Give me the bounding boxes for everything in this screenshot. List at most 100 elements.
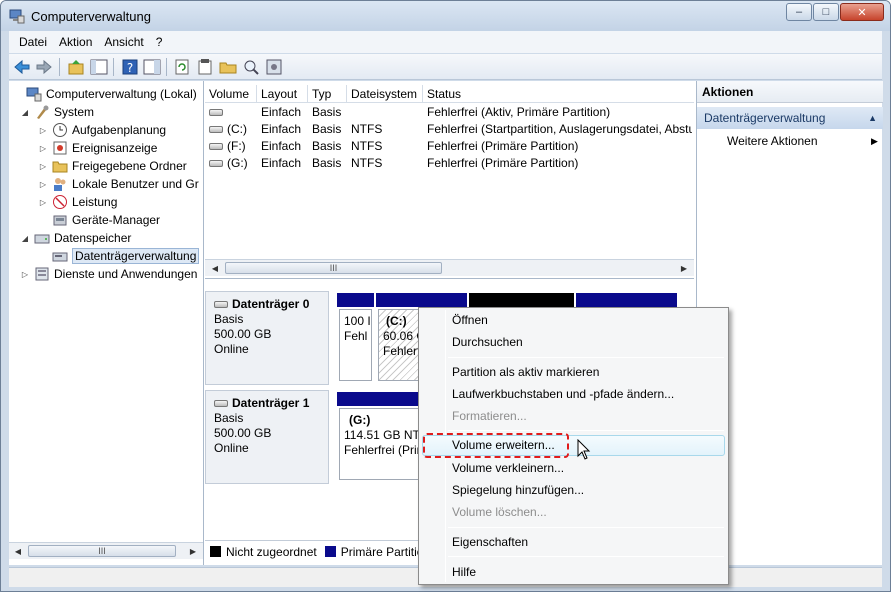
device-manager-icon bbox=[53, 215, 67, 226]
window-title: Computerverwaltung bbox=[31, 9, 151, 24]
expand-arrow-icon[interactable]: ▷ bbox=[38, 144, 48, 153]
menu-item-volume-loeschen: Volume löschen... bbox=[452, 505, 547, 519]
services-icon bbox=[35, 267, 49, 281]
tree-item-dienste[interactable]: ▷ Dienste und Anwendungen bbox=[20, 265, 198, 283]
menu-item-formatieren: Formatieren... bbox=[452, 409, 527, 423]
table-row[interactable]: (C:) Einfach Basis NTFS Fehlerfrei (Star… bbox=[205, 121, 694, 138]
expand-arrow-icon[interactable]: ▷ bbox=[38, 162, 48, 171]
menu-aktion[interactable]: Aktion bbox=[53, 35, 98, 49]
volume-list-header: Volume Layout Typ Dateisystem Status bbox=[205, 85, 694, 103]
toolbar: ? bbox=[9, 54, 882, 80]
volume-list-horizontal-scrollbar[interactable]: ◀ III ▶ bbox=[205, 259, 694, 276]
scroll-thumb[interactable]: III bbox=[225, 262, 442, 274]
close-button[interactable]: ✕ bbox=[840, 3, 884, 21]
legend-primary-label: Primäre Partitio bbox=[340, 544, 424, 559]
disk-icon bbox=[214, 301, 228, 309]
search-icon[interactable] bbox=[241, 57, 261, 77]
clock-icon bbox=[53, 123, 67, 137]
action-weitere-aktionen[interactable]: Weitere Aktionen bbox=[727, 134, 818, 148]
tree-item-aufgabenplanung[interactable]: ▷ Aufgabenplanung bbox=[38, 121, 166, 139]
expand-arrow-icon[interactable]: ▷ bbox=[38, 126, 48, 135]
tree-item-label: Dienste und Anwendungen bbox=[54, 267, 198, 281]
scroll-right-icon[interactable]: ▶ bbox=[186, 544, 200, 558]
properties-icon[interactable] bbox=[195, 57, 215, 77]
table-row[interactable]: (F:) Einfach Basis NTFS Fehlerfrei (Prim… bbox=[205, 138, 694, 155]
up-folder-icon[interactable] bbox=[66, 57, 86, 77]
expand-arrow-icon[interactable]: ◢ bbox=[20, 108, 30, 117]
scroll-left-icon[interactable]: ◀ bbox=[208, 261, 222, 275]
partition-bar-g bbox=[337, 392, 427, 406]
partition-bar-c bbox=[376, 293, 467, 307]
table-row[interactable]: Einfach Basis Fehlerfrei (Aktiv, Primäre… bbox=[205, 104, 694, 121]
menu-ansicht[interactable]: Ansicht bbox=[98, 35, 149, 49]
tree-item-geraete-manager[interactable]: Geräte-Manager bbox=[38, 211, 160, 229]
tree-item-ereignisanzeige[interactable]: ▷ Ereignisanzeige bbox=[38, 139, 157, 157]
tree-item-lokale-benutzer[interactable]: ▷ Lokale Benutzer und Gr bbox=[38, 175, 199, 193]
computer-management-icon bbox=[9, 9, 25, 24]
action-pane-icon[interactable] bbox=[142, 57, 162, 77]
tree-item-computerverwaltung[interactable]: Computerverwaltung (Lokal) bbox=[12, 85, 197, 103]
column-header-layout[interactable]: Layout bbox=[257, 85, 308, 103]
scroll-right-icon[interactable]: ▶ bbox=[677, 261, 691, 275]
help-icon[interactable]: ? bbox=[120, 57, 140, 77]
scroll-thumb[interactable]: III bbox=[28, 545, 176, 557]
drive-icon bbox=[209, 143, 223, 151]
expand-arrow-icon[interactable]: ▷ bbox=[38, 180, 48, 189]
back-arrow-icon[interactable] bbox=[12, 57, 32, 77]
disk-0-info[interactable]: Datenträger 0 Basis 500.00 GB Online bbox=[205, 291, 329, 385]
actions-header: Aktionen bbox=[697, 81, 883, 103]
tree-item-label: Datenspeicher bbox=[54, 231, 132, 245]
menu-help[interactable]: ? bbox=[150, 35, 169, 49]
tree-item-leistung[interactable]: ▷ Leistung bbox=[38, 193, 117, 211]
column-header-dateisystem[interactable]: Dateisystem bbox=[347, 85, 423, 103]
open-folder-icon[interactable] bbox=[218, 57, 238, 77]
menu-item-volume-verkleinern[interactable]: Volume verkleinern... bbox=[452, 458, 564, 478]
column-header-typ[interactable]: Typ bbox=[308, 85, 347, 103]
system-tools-icon bbox=[37, 105, 49, 119]
tree-item-datenspeicher[interactable]: ◢ Datenspeicher bbox=[20, 229, 131, 247]
table-row[interactable]: (G:) Einfach Basis NTFS Fehlerfrei (Prim… bbox=[205, 155, 694, 172]
expand-arrow-icon[interactable]: ▷ bbox=[38, 198, 48, 207]
menu-item-als-aktiv-markieren[interactable]: Partition als aktiv markieren bbox=[452, 362, 599, 382]
drive-icon bbox=[209, 126, 223, 134]
console-tree-icon[interactable] bbox=[89, 57, 109, 77]
tree-horizontal-scrollbar[interactable]: ◀ III ▶ bbox=[9, 542, 203, 559]
performance-icon bbox=[53, 195, 67, 209]
menu-item-oeffnen[interactable]: Öffnen bbox=[452, 310, 488, 330]
tree-item-label: Lokale Benutzer und Gr bbox=[72, 177, 199, 191]
actions-section-datentraegerverwaltung[interactable]: Datenträgerverwaltung ▲ bbox=[697, 107, 883, 129]
collapse-arrow-icon[interactable]: ▲ bbox=[868, 107, 877, 129]
shared-folder-icon bbox=[52, 161, 68, 173]
menu-item-durchsuchen[interactable]: Durchsuchen bbox=[452, 332, 523, 352]
tree-item-label: Leistung bbox=[72, 195, 118, 209]
expand-arrow-icon[interactable]: ▷ bbox=[20, 270, 30, 279]
maximize-button[interactable]: □ bbox=[813, 3, 839, 21]
title-bar[interactable]: Computerverwaltung – □ ✕ bbox=[1, 1, 890, 31]
scroll-left-icon[interactable]: ◀ bbox=[11, 544, 25, 558]
tree-item-freigegebene-ordner[interactable]: ▷ Freigegebene Ordner bbox=[38, 157, 187, 175]
menu-item-laufwerkbuchstaben-aendern[interactable]: Laufwerkbuchstaben und -pfade ändern... bbox=[452, 384, 674, 404]
menu-item-hilfe[interactable]: Hilfe bbox=[452, 562, 476, 582]
column-header-status[interactable]: Status bbox=[423, 85, 694, 103]
partition-g[interactable]: (G:) 114.51 GB NTFS Fehlerfrei (Prim bbox=[339, 408, 427, 480]
column-header-volume[interactable]: Volume bbox=[205, 85, 257, 103]
tree-item-datentraegerverwaltung[interactable]: Datenträgerverwaltung bbox=[38, 247, 200, 265]
legend-swatch-primary bbox=[324, 546, 336, 557]
tree-item-system[interactable]: ◢ System bbox=[20, 103, 94, 121]
drive-icon bbox=[209, 109, 223, 117]
refresh-icon[interactable] bbox=[172, 57, 192, 77]
menu-datei[interactable]: Datei bbox=[13, 35, 53, 49]
forward-arrow-icon[interactable] bbox=[34, 57, 54, 77]
settings-icon[interactable] bbox=[264, 57, 284, 77]
partition-system-reserved[interactable]: 100 I Fehl bbox=[339, 309, 372, 381]
menu-item-spiegelung-hinzufuegen[interactable]: Spiegelung hinzufügen... bbox=[452, 480, 584, 500]
menu-item-eigenschaften[interactable]: Eigenschaften bbox=[452, 532, 528, 552]
expand-arrow-icon[interactable]: ◢ bbox=[20, 234, 30, 243]
partition-bar-system bbox=[337, 293, 374, 307]
console-tree: Computerverwaltung (Lokal) ◢ System ▷ Au… bbox=[9, 81, 204, 565]
minimize-button[interactable]: – bbox=[786, 3, 812, 21]
svg-text:?: ? bbox=[127, 61, 133, 75]
disk-1-info[interactable]: Datenträger 1 Basis 500.00 GB Online bbox=[205, 390, 329, 484]
computer-management-icon bbox=[26, 87, 42, 102]
menu-bar: Datei Aktion Ansicht ? bbox=[9, 31, 882, 53]
